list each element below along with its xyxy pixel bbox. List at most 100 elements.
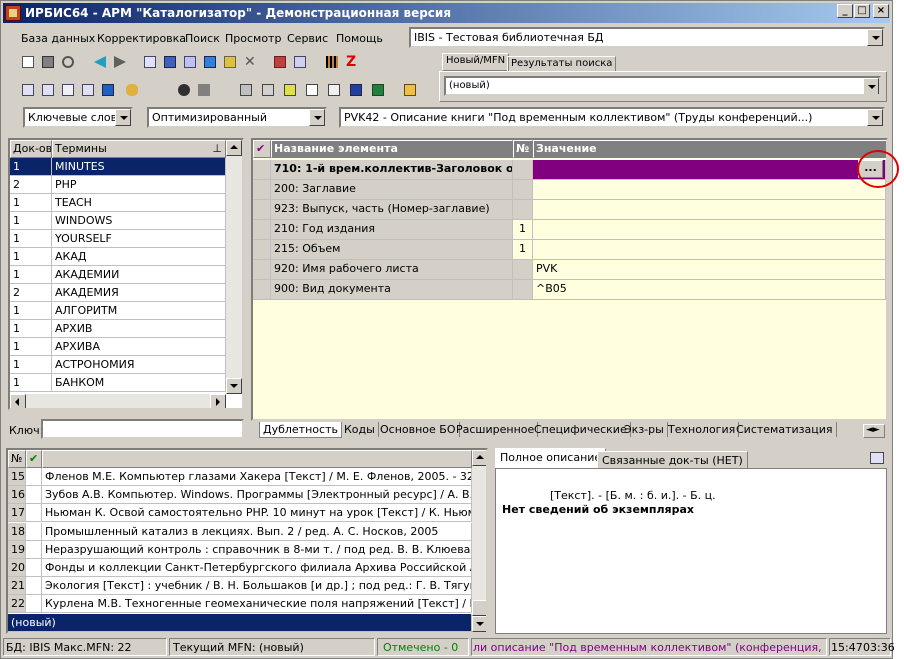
dict-row-term[interactable]: АКАДЕМИИ [52, 266, 226, 284]
field-name[interactable]: 920: Имя рабочего листа [271, 260, 513, 280]
copy-icon[interactable] [141, 53, 159, 71]
field-value[interactable]: ^B05 [533, 280, 886, 300]
print-icon[interactable] [237, 81, 255, 99]
result-row-number[interactable]: 18 [8, 522, 26, 541]
dict-row-term[interactable]: АСТРОНОМИЯ [52, 356, 226, 374]
comment-add-icon[interactable] [39, 81, 57, 99]
results-check-header[interactable]: ✔ [26, 450, 42, 468]
result-row-text[interactable]: Фонды и коллекции Санкт-Петербургского ф… [42, 559, 472, 577]
report-icon[interactable] [281, 81, 299, 99]
dict-row-term[interactable]: PHP [52, 176, 226, 194]
print-preview-icon[interactable] [869, 450, 885, 466]
result-row-number[interactable]: 15 [8, 468, 26, 486]
dict-row-term[interactable]: АРХИВА [52, 338, 226, 356]
result-row-number[interactable]: 16 [8, 486, 26, 505]
field-tab[interactable]: Основное БО [377, 422, 460, 437]
dict-row-count[interactable]: 1 [10, 374, 52, 392]
field-name[interactable]: 215: Объем [271, 240, 513, 260]
field-occurrence[interactable] [513, 280, 533, 300]
field-occurrence[interactable] [513, 200, 533, 220]
results-text-header[interactable] [42, 450, 472, 468]
scroll-left-icon[interactable] [10, 394, 26, 408]
result-row-number[interactable]: 21 [8, 577, 26, 596]
field-tab[interactable]: Систематизация [733, 422, 837, 437]
edit-icon[interactable] [221, 53, 239, 71]
tab-scroll-arrows[interactable]: ◄► [863, 424, 885, 438]
delete-icon[interactable]: ✕ [241, 53, 259, 71]
list-icon[interactable] [325, 81, 343, 99]
tab-full-description[interactable]: Полное описание [495, 448, 607, 468]
barcode-icon[interactable] [323, 53, 341, 71]
dict-row-count[interactable]: 1 [10, 338, 52, 356]
result-row-number[interactable]: 19 [8, 540, 26, 559]
result-row-text[interactable]: Промышленный катализ в лекциях. Вып. 2 /… [42, 522, 472, 541]
field-tab[interactable]: Экз-ры [621, 422, 668, 437]
field-name[interactable]: 923: Выпуск, часть (Номер-заглавие) [271, 200, 513, 220]
field-occurrence[interactable] [513, 160, 533, 180]
field-tab[interactable]: Технология [665, 422, 740, 437]
result-new-row[interactable]: (новый) [8, 613, 472, 632]
key-input[interactable] [41, 419, 244, 439]
dict-row-term[interactable]: БАНКОМ [52, 374, 226, 392]
field-row-indicator[interactable] [253, 160, 271, 180]
field-occurrence[interactable]: 1 [513, 240, 533, 260]
result-row-check[interactable] [26, 540, 42, 559]
field-tab[interactable]: Коды [341, 422, 379, 437]
scroll-up-icon[interactable] [226, 140, 242, 156]
menu-edit[interactable]: Корректировка [97, 32, 186, 45]
menu-database[interactable]: База данных [21, 32, 95, 45]
optimization-select[interactable]: Оптимизированный [147, 107, 327, 128]
col-terms-header[interactable]: Термины ⊥ [52, 140, 226, 158]
database-select[interactable]: IBIS - Тестовая библиотечная БД [409, 27, 885, 48]
tab-new-mfn[interactable]: Новый/MFN [442, 53, 510, 71]
field-value[interactable] [533, 240, 886, 260]
field-occurrence[interactable]: 1 [513, 220, 533, 240]
dict-row-count[interactable]: 1 [10, 194, 52, 212]
folder-icon[interactable] [195, 81, 213, 99]
menu-help[interactable]: Помощь [336, 32, 383, 45]
result-row-text[interactable]: Курлена М.В. Техногенные геомеханические… [42, 595, 472, 614]
export-icon[interactable] [291, 53, 309, 71]
dictionary-scrollbar[interactable] [226, 140, 242, 394]
new-icon[interactable] [19, 53, 37, 71]
record-select[interactable]: (новый) [444, 76, 881, 96]
field-value[interactable] [533, 180, 886, 200]
scroll-down-icon[interactable] [226, 378, 242, 394]
word-icon[interactable] [347, 81, 365, 99]
result-row-text[interactable]: Фленов М.Е. Компьютер глазами Хакера [Те… [42, 468, 472, 486]
dict-row-count[interactable]: 1 [10, 356, 52, 374]
maximize-button[interactable]: □ [854, 4, 870, 18]
field-name[interactable]: 210: Год издания [271, 220, 513, 240]
result-row-text[interactable]: Экология [Текст] : учебник / В. Н. Больш… [42, 577, 472, 596]
settings-icon[interactable] [401, 81, 419, 99]
result-row-text[interactable]: Ньюман К. Освой самостоятельно PHP. 10 м… [42, 504, 472, 523]
close-button[interactable]: × [873, 4, 889, 18]
dict-row-count[interactable]: 1 [10, 158, 52, 176]
dict-row-count[interactable]: 1 [10, 302, 52, 320]
chevron-down-icon[interactable] [863, 78, 879, 94]
worksheet-select[interactable]: PVK42 - Описание книги "Под временным ко… [339, 107, 885, 128]
field-row-indicator[interactable] [253, 220, 271, 240]
result-row-check[interactable] [26, 559, 42, 577]
dict-row-term[interactable]: АКАД [52, 248, 226, 266]
field-name[interactable]: 200: Заглавие [271, 180, 513, 200]
save-icon[interactable] [39, 53, 57, 71]
dict-row-term[interactable]: АКАДЕМИЯ [52, 284, 226, 302]
comment-icon[interactable] [19, 81, 37, 99]
dict-row-term[interactable]: АРХИВ [52, 320, 226, 338]
col-name-header[interactable]: Название элемента [271, 140, 513, 158]
result-row-number[interactable]: 20 [8, 559, 26, 577]
tab-linked-docs[interactable]: Связанные док-ты (НЕТ) [597, 451, 748, 469]
dict-row-count[interactable]: 1 [10, 212, 52, 230]
field-value[interactable]: PVK [533, 260, 886, 280]
chevron-down-icon[interactable] [867, 109, 883, 126]
field-tab[interactable]: Дублетность [259, 422, 342, 438]
chevron-down-icon[interactable] [115, 109, 131, 126]
dict-row-term[interactable]: WINDOWS [52, 212, 226, 230]
message-icon[interactable] [79, 81, 97, 99]
result-row-number[interactable]: 22 [8, 595, 26, 614]
col-docs-header[interactable]: Док-ов [10, 140, 52, 158]
arrow-left-icon[interactable] [91, 53, 109, 71]
result-row-check[interactable] [26, 504, 42, 523]
pin-icon[interactable]: ⊥ [212, 142, 222, 155]
